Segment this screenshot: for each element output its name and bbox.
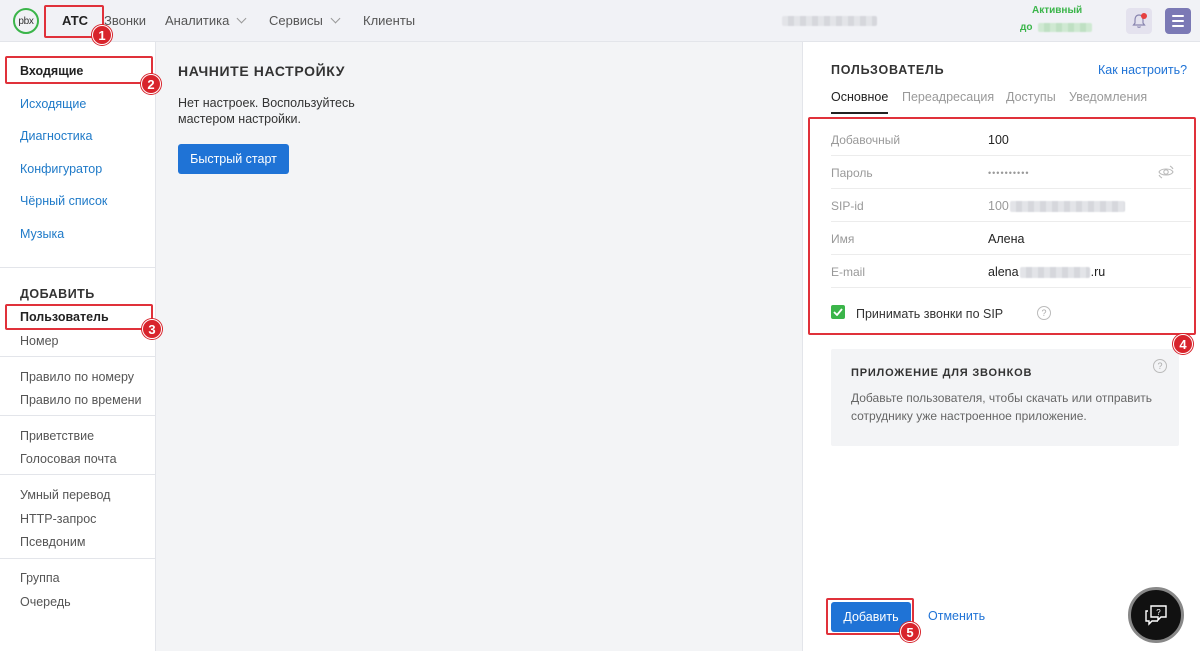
calls-app-text: Добавьте пользователя, чтобы скачать или…: [851, 391, 1153, 423]
pbx-logo[interactable]: pbx: [13, 8, 39, 34]
sidebar-add-heading: ДОБАВИТЬ: [20, 287, 95, 301]
nav-clients[interactable]: Клиенты: [363, 0, 415, 42]
hamburger-menu-icon: [1172, 15, 1184, 17]
panel-title: ПОЛЬЗОВАТЕЛЬ: [831, 63, 945, 77]
sidebar-add-time-rule[interactable]: Правило по времени: [20, 393, 142, 407]
sidebar-item-outgoing[interactable]: Исходящие: [20, 97, 86, 111]
chevron-down-icon: [236, 13, 247, 24]
tab-notifications[interactable]: Уведомления: [1069, 90, 1147, 112]
tab-access[interactable]: Доступы: [1006, 90, 1056, 112]
sidebar-add-alias[interactable]: Псевдоним: [20, 535, 85, 549]
sidebar-add-http-request[interactable]: HTTP-запрос: [20, 512, 96, 526]
nav-services[interactable]: Сервисы: [269, 0, 341, 42]
chevron-down-icon: [330, 13, 341, 24]
cancel-button[interactable]: Отменить: [928, 609, 985, 623]
sidebar-divider: [0, 558, 156, 559]
annotation-number-2: 2: [141, 74, 161, 94]
sidebar-divider: [0, 267, 156, 268]
empty-state-text: Нет настроек. Воспользуйтесь мастером на…: [178, 96, 355, 126]
annotation-box-3: [5, 304, 153, 330]
annotation-box-4: [808, 117, 1196, 335]
sidebar-add-smart-transfer[interactable]: Умный перевод: [20, 488, 110, 502]
tab-general[interactable]: Основное: [831, 90, 889, 114]
calls-app-title: ПРИЛОЖЕНИЕ ДЛЯ ЗВОНКОВ: [851, 367, 1033, 379]
sidebar-divider: [0, 356, 156, 357]
notification-dot: [1141, 13, 1147, 19]
sidebar: Входящие Исходящие Диагностика Конфигура…: [0, 42, 156, 651]
page-title: НАЧНИТЕ НАСТРОЙКУ: [178, 63, 346, 79]
sidebar-item-configurator[interactable]: Конфигуратор: [20, 162, 102, 176]
sidebar-item-blacklist[interactable]: Чёрный список: [20, 194, 107, 208]
sidebar-item-diagnostics[interactable]: Диагностика: [20, 129, 92, 143]
sidebar-add-queue[interactable]: Очередь: [20, 595, 71, 609]
nav-analytics-label: Аналитика: [165, 13, 230, 28]
tab-forwarding[interactable]: Переадресация: [902, 90, 994, 112]
sidebar-item-music[interactable]: Музыка: [20, 227, 64, 241]
sidebar-add-greeting[interactable]: Приветствие: [20, 429, 94, 443]
svg-text:?: ?: [1156, 608, 1161, 617]
nav-services-label: Сервисы: [269, 13, 323, 28]
annotation-box-2: [5, 56, 153, 84]
annotation-number-5: 5: [900, 622, 920, 642]
sidebar-divider: [0, 474, 156, 475]
help-icon[interactable]: ?: [1153, 359, 1167, 373]
nav-analytics[interactable]: Аналитика: [165, 0, 247, 42]
sidebar-add-voicemail[interactable]: Голосовая почта: [20, 452, 117, 466]
annotation-number-4: 4: [1173, 334, 1193, 354]
annotation-number-3: 3: [142, 319, 162, 339]
sidebar-add-number-rule[interactable]: Правило по номеру: [20, 370, 134, 384]
status-date-redacted: [1038, 22, 1093, 32]
status-until-prefix: до: [1020, 22, 1033, 33]
chat-help-icon: ?: [1145, 605, 1167, 626]
account-name-redacted: [782, 16, 877, 26]
quick-start-button[interactable]: Быстрый старт: [178, 144, 289, 174]
sidebar-divider: [0, 415, 156, 416]
notifications-button[interactable]: [1126, 8, 1152, 34]
status-until: до: [1020, 22, 1093, 33]
calls-app-card: ПРИЛОЖЕНИЕ ДЛЯ ЗВОНКОВ Добавьте пользова…: [831, 349, 1179, 446]
support-chat-button[interactable]: ?: [1128, 587, 1184, 643]
sidebar-add-number[interactable]: Номер: [20, 334, 58, 348]
top-bar: pbx АТС Звонки Аналитика Сервисы Клиенты…: [0, 0, 1200, 42]
howto-link[interactable]: Как настроить?: [1098, 63, 1187, 77]
status-label: Активный: [1032, 5, 1083, 16]
annotation-number-1: 1: [92, 25, 112, 45]
sidebar-add-group[interactable]: Группа: [20, 571, 60, 585]
main-menu-button[interactable]: [1165, 8, 1191, 34]
